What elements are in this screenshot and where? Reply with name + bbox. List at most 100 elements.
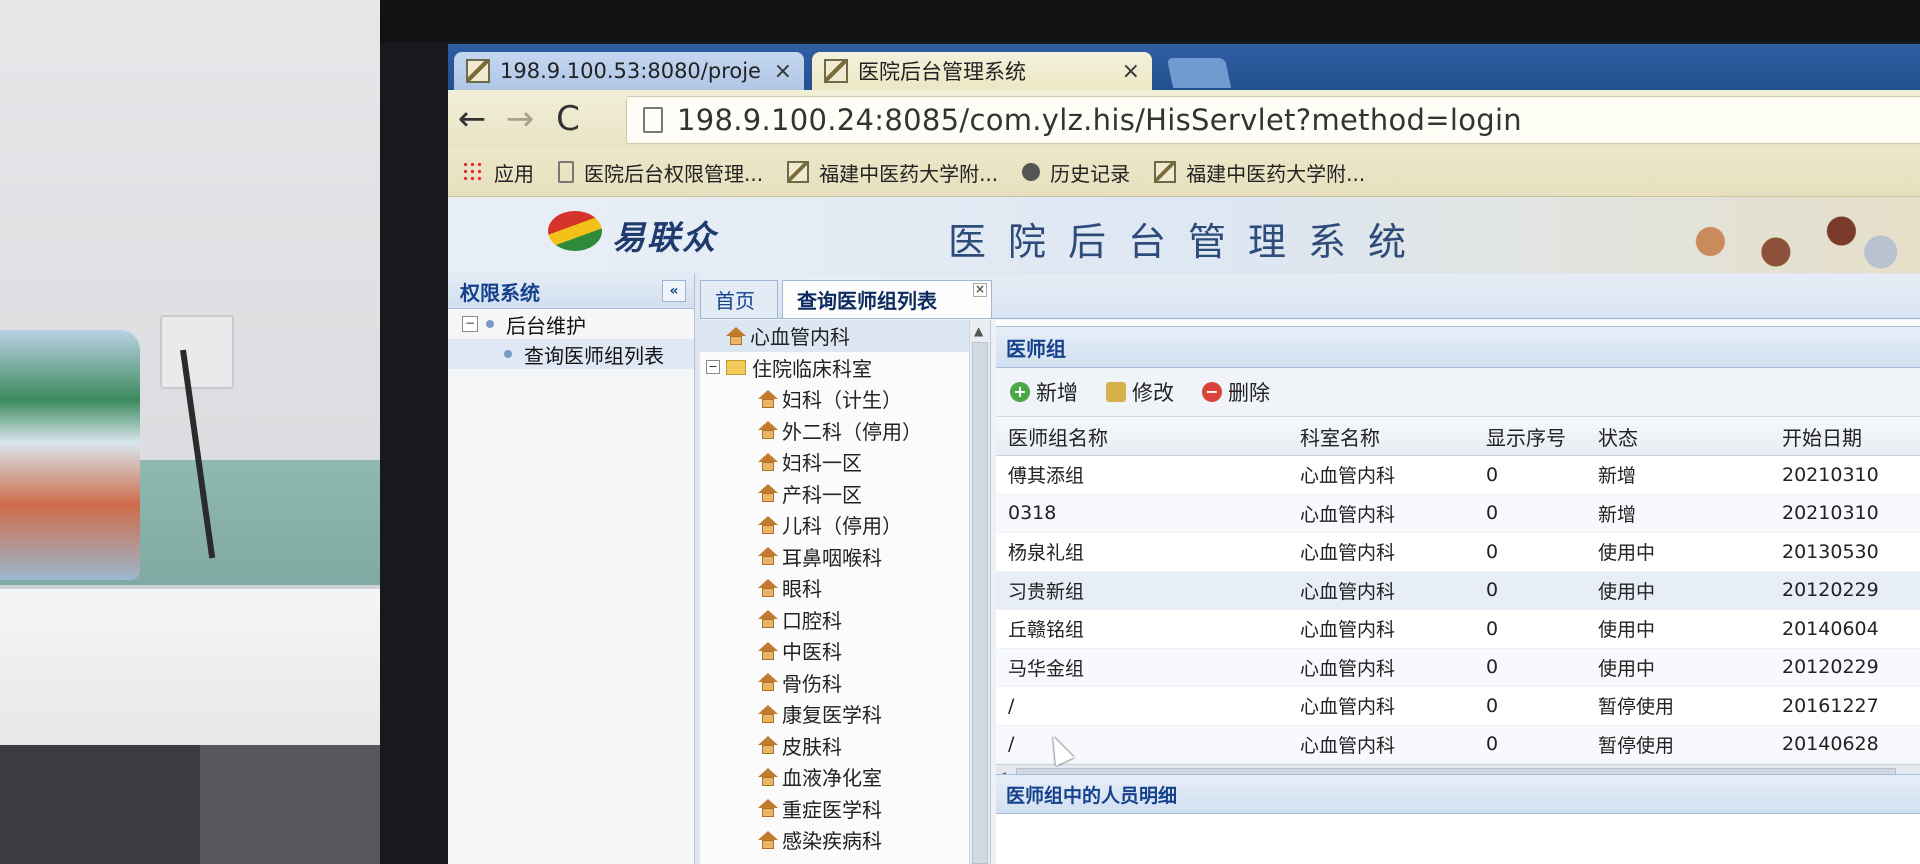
department-house-icon (758, 641, 778, 660)
back-arrow-icon[interactable]: ← (448, 99, 496, 139)
column-header[interactable]: 显示序号 (1474, 422, 1586, 451)
doctor-group-panel: 医师组 + 新增 修改 − 删除 医师组名称 科室名称 显示序号 状态 开始日期… (996, 320, 1920, 864)
sidebar-item-label: 后台维护 (506, 313, 586, 338)
table-cell: 新增 (1598, 503, 1637, 526)
table-row[interactable]: / 心血管内科 0 暂停使用 20140628 (996, 725, 1920, 764)
table-row[interactable]: 马华金组 心血管内科 0 使用中 20120229 (996, 648, 1920, 687)
dept-node-item[interactable]: 儿科（停用） (700, 509, 990, 541)
table-row[interactable]: / 心血管内科 0 暂停使用 20161227 (996, 687, 1920, 726)
table-cell: 马华金组 (1008, 657, 1085, 680)
site-favicon-icon (824, 59, 848, 83)
table-cell: 心血管内科 (1300, 619, 1396, 642)
dept-node-root[interactable]: 心血管内科 (700, 320, 990, 352)
table-cell: 0 (1486, 733, 1499, 756)
apps-grid-icon (462, 161, 484, 183)
tab-doctor-group-list[interactable]: 查询医师组列表 × (782, 280, 992, 318)
dept-label: 妇科（计生） (782, 388, 902, 413)
department-house-icon (758, 578, 778, 597)
site-favicon-icon (1154, 161, 1177, 183)
sidebar: 权限系统 « − 后台维护 查询医师组列表 (448, 274, 695, 864)
history-clock-icon (1022, 163, 1041, 181)
bookmark-permission-admin[interactable]: 医院后台权限管理... (558, 158, 763, 187)
dept-node-item[interactable]: 口腔科 (700, 604, 990, 636)
dept-node-item[interactable]: 眼科 (700, 572, 990, 604)
dept-node-item[interactable]: 康复医学科 (700, 698, 990, 730)
dept-label: 口腔科 (782, 608, 842, 633)
table-cell: 心血管内科 (1300, 503, 1396, 526)
bookmark-fjtcm-1[interactable]: 福建中医药大学附... (787, 158, 998, 187)
close-icon[interactable]: × (774, 59, 792, 84)
tree-collapse-icon[interactable]: − (462, 316, 478, 332)
add-button[interactable]: + 新增 (1010, 377, 1078, 407)
table-cell: 0 (1486, 540, 1499, 563)
close-icon[interactable]: × (973, 283, 987, 297)
dept-node-item[interactable]: 耳鼻咽喉科 (700, 541, 990, 573)
bookmark-label: 历史记录 (1050, 161, 1131, 186)
content-tabbar: 首页 查询医师组列表 × (700, 274, 1920, 319)
table-cell: 杨泉礼组 (1008, 542, 1085, 565)
table-row[interactable]: 丘赣铭组 心血管内科 0 使用中 20140604 (996, 610, 1920, 649)
page-icon (558, 161, 574, 183)
department-house-icon (726, 326, 746, 345)
table-cell: 暂停使用 (1598, 734, 1675, 757)
browser-tab-1[interactable]: 198.9.100.53:8080/proje × (454, 52, 804, 90)
delete-button-label: 删除 (1228, 381, 1270, 405)
department-house-icon (758, 830, 778, 849)
panel-title: 医师组 (996, 326, 1920, 368)
bookmark-fjtcm-2[interactable]: 福建中医药大学附... (1154, 158, 1365, 187)
edit-button[interactable]: 修改 (1106, 377, 1174, 407)
close-icon[interactable]: × (1122, 59, 1140, 84)
bookmark-history[interactable]: 历史记录 (1022, 158, 1130, 187)
dept-node-item[interactable]: 妇科（计生） (700, 383, 990, 415)
url-text: 198.9.100.24:8085/com.ylz.his/HisServlet… (677, 103, 1522, 137)
table-cell: 0 (1486, 463, 1499, 486)
dept-node-item[interactable]: 外二科（停用） (700, 415, 990, 447)
page-icon (643, 107, 663, 133)
bookmark-apps[interactable]: 应用 (462, 158, 534, 187)
sidebar-item-maintenance[interactable]: − 后台维护 (448, 309, 694, 339)
new-tab-button[interactable] (1166, 58, 1232, 88)
browser-toolbar: ← → C 198.9.100.24:8085/com.ylz.his/HisS… (448, 90, 1920, 148)
table-cell: 0318 (1008, 502, 1057, 525)
dept-node-item[interactable]: 中医科 (700, 635, 990, 667)
table-cell: 傅其添组 (1008, 465, 1085, 488)
dept-node-item[interactable]: 血液净化室 (700, 761, 990, 793)
dept-node-item[interactable]: 骨伤科 (700, 667, 990, 699)
dept-node-item[interactable]: 重症医学科 (700, 793, 990, 825)
column-header[interactable]: 医师组名称 (996, 422, 1288, 451)
detail-panel-title: 医师组中的人员明细 (996, 774, 1920, 814)
grid-body: 傅其添组 心血管内科 0 新增 20210310 0318 心血管内科 0 新增 20210310… (996, 456, 1920, 764)
header-people-illustration (1658, 203, 1920, 273)
forward-arrow-icon[interactable]: → (496, 99, 544, 139)
dept-label: 心血管内科 (750, 325, 850, 350)
column-header[interactable]: 状态 (1586, 422, 1770, 451)
dept-node-item[interactable]: 妇科一区 (700, 446, 990, 478)
table-row[interactable]: 0318 心血管内科 0 新增 20210310 (996, 494, 1920, 533)
column-header[interactable]: 开始日期 (1770, 422, 1920, 451)
dept-node-item[interactable]: 感染疾病科 (700, 824, 990, 856)
table-row[interactable]: 杨泉礼组 心血管内科 0 使用中 20130530 (996, 533, 1920, 572)
browser-tab-2[interactable]: 医院后台管理系统 × (812, 52, 1152, 90)
scrollbar-thumb[interactable] (972, 342, 988, 864)
vertical-scrollbar[interactable]: ▲ (969, 320, 990, 864)
column-header[interactable]: 科室名称 (1288, 422, 1474, 451)
reload-icon[interactable]: C (544, 99, 592, 139)
table-cell: 0 (1486, 656, 1499, 679)
collapse-icon[interactable]: « (662, 280, 686, 302)
dept-node-item[interactable]: 皮肤科 (700, 730, 990, 762)
sidebar-item-doctor-groups[interactable]: 查询医师组列表 (448, 339, 694, 369)
edit-icon (1106, 382, 1126, 402)
dept-node-item[interactable]: 产科一区 (700, 478, 990, 510)
table-row[interactable]: 习贵新组 心血管内科 0 使用中 20120229 (996, 571, 1920, 610)
scroll-up-icon[interactable]: ▲ (974, 324, 983, 338)
table-cell: 心血管内科 (1300, 542, 1396, 565)
address-bar[interactable]: 198.9.100.24:8085/com.ylz.his/HisServlet… (626, 96, 1920, 144)
desk-base (0, 745, 200, 864)
tab-home[interactable]: 首页 (700, 280, 778, 318)
tree-collapse-icon[interactable]: − (706, 360, 720, 375)
table-row[interactable]: 傅其添组 心血管内科 0 新增 20210310 (996, 456, 1920, 495)
department-house-icon (758, 452, 778, 471)
delete-button[interactable]: − 删除 (1202, 377, 1270, 407)
department-tree: 心血管内科 − 住院临床科室 妇科（计生） 外二科（停用） 妇科一区 产科一区 儿科（停… (700, 320, 991, 864)
dept-node-group[interactable]: − 住院临床科室 (700, 352, 990, 384)
